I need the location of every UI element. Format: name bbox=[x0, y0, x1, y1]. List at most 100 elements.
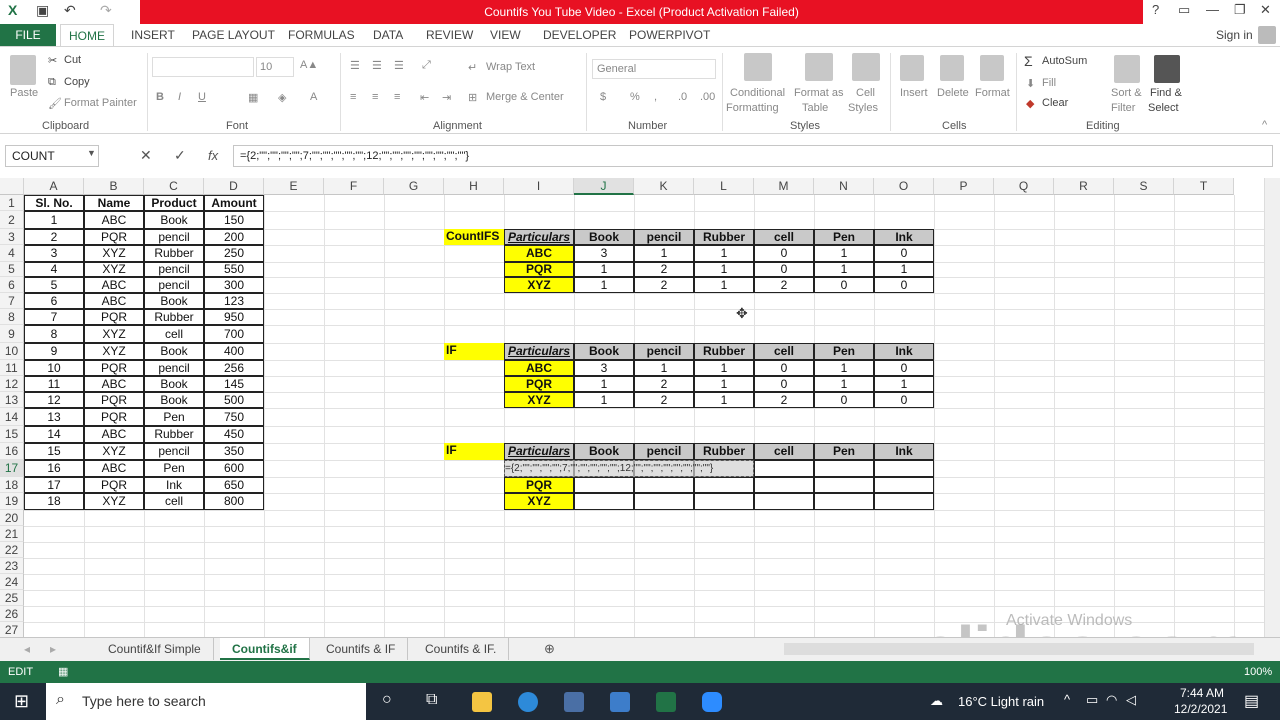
name-box[interactable]: COUNT bbox=[5, 145, 99, 167]
pivot-value-cell[interactable]: 2 bbox=[634, 262, 694, 277]
pivot-empty-cell[interactable] bbox=[814, 460, 874, 477]
column-header[interactable]: G bbox=[384, 178, 444, 195]
table-cell[interactable]: 800 bbox=[204, 493, 264, 510]
table-cell[interactable]: Book bbox=[144, 392, 204, 408]
pivot-column-header[interactable]: Rubber bbox=[694, 229, 754, 245]
row-header[interactable]: 23 bbox=[0, 558, 24, 574]
sort-filter-icon[interactable] bbox=[1114, 55, 1140, 83]
column-header[interactable]: F bbox=[324, 178, 384, 195]
table-cell[interactable]: 5 bbox=[24, 277, 84, 293]
pivot-empty-cell[interactable] bbox=[754, 460, 814, 477]
pivot-value-cell[interactable]: 1 bbox=[634, 245, 694, 262]
insert-function-button[interactable]: fx bbox=[208, 148, 218, 163]
pivot-column-header[interactable]: cell bbox=[754, 343, 814, 360]
tab-page-layout[interactable]: PAGE LAYOUT bbox=[192, 24, 275, 46]
increase-decimal-icon[interactable]: .0 bbox=[678, 91, 687, 103]
table-cell[interactable]: 1 bbox=[24, 211, 84, 229]
row-header[interactable]: 7 bbox=[0, 293, 24, 309]
pivot-column-header[interactable]: Ink bbox=[874, 229, 934, 245]
table-cell[interactable]: 8 bbox=[24, 325, 84, 343]
pivot-column-header[interactable]: Book bbox=[574, 229, 634, 245]
tab-formulas[interactable]: FORMULAS bbox=[288, 24, 355, 46]
row-header[interactable]: 13 bbox=[0, 392, 24, 408]
align-bottom-icon[interactable]: ☰ bbox=[394, 59, 404, 72]
conditional-formatting-icon[interactable] bbox=[744, 53, 772, 81]
row-header[interactable]: 21 bbox=[0, 526, 24, 542]
pivot-value-cell[interactable]: 0 bbox=[754, 245, 814, 262]
tab-home[interactable]: HOME bbox=[60, 24, 114, 46]
pivot-empty-cell[interactable] bbox=[754, 477, 814, 493]
autosum-icon[interactable]: Σ bbox=[1024, 53, 1033, 69]
row-header[interactable]: 8 bbox=[0, 309, 24, 325]
row-header[interactable]: 12 bbox=[0, 376, 24, 392]
name-box-dropdown-icon[interactable]: ▼ bbox=[87, 148, 96, 158]
row-header[interactable]: 18 bbox=[0, 477, 24, 493]
table-cell[interactable]: 400 bbox=[204, 343, 264, 360]
align-middle-icon[interactable]: ☰ bbox=[372, 59, 382, 72]
sheet-tab-active[interactable]: Countifs&if bbox=[220, 638, 310, 660]
add-sheet-icon[interactable]: ⊕ bbox=[544, 641, 555, 657]
redo-icon[interactable]: ↷ bbox=[100, 2, 112, 19]
insert-cells-icon[interactable] bbox=[900, 55, 924, 81]
clock-date[interactable]: 12/2/2021 bbox=[1174, 702, 1227, 716]
table-cell[interactable]: 17 bbox=[24, 477, 84, 493]
column-header[interactable]: Q bbox=[994, 178, 1054, 195]
pivot-particulars-header[interactable]: Particulars bbox=[504, 343, 574, 360]
table-cell[interactable]: 600 bbox=[204, 460, 264, 477]
table-cell[interactable]: 550 bbox=[204, 262, 264, 277]
table-cell[interactable]: 123 bbox=[204, 293, 264, 309]
row-header[interactable]: 25 bbox=[0, 590, 24, 606]
table-cell[interactable]: 14 bbox=[24, 426, 84, 443]
collapse-ribbon-icon[interactable]: ^ bbox=[1262, 119, 1267, 131]
pivot-empty-cell[interactable] bbox=[754, 493, 814, 510]
pivot-particulars-header[interactable]: Particulars bbox=[504, 229, 574, 245]
tray-chevron-icon[interactable]: ^ bbox=[1064, 692, 1070, 707]
pivot-value-cell[interactable]: 2 bbox=[754, 392, 814, 408]
cell-styles-button[interactable]: Cell bbox=[856, 87, 875, 99]
sort-filter-button[interactable]: Sort & bbox=[1111, 87, 1142, 99]
row-header[interactable]: 10 bbox=[0, 343, 24, 360]
clear-icon[interactable]: ◆ bbox=[1026, 97, 1034, 110]
column-header[interactable]: H bbox=[444, 178, 504, 195]
sheet-tab[interactable]: Countifs & IF. bbox=[413, 638, 510, 660]
italic-button[interactable]: I bbox=[178, 91, 181, 103]
pivot-value-cell[interactable]: 0 bbox=[874, 277, 934, 293]
zoom-level[interactable]: 100% bbox=[1244, 661, 1272, 683]
tab-powerpivot[interactable]: POWERPIVOT bbox=[629, 24, 710, 46]
row-header[interactable]: 27 bbox=[0, 622, 24, 637]
table-cell[interactable]: PQR bbox=[84, 229, 144, 245]
prev-sheet-icon[interactable]: ◂ bbox=[24, 642, 30, 656]
autosum-button[interactable]: AutoSum bbox=[1042, 55, 1087, 67]
pivot-column-header[interactable]: Rubber bbox=[694, 343, 754, 360]
store-icon[interactable] bbox=[610, 692, 630, 712]
pivot-value-cell[interactable]: 1 bbox=[574, 376, 634, 392]
cell-styles-icon[interactable] bbox=[852, 53, 880, 81]
merge-icon[interactable]: ⊞ bbox=[468, 91, 477, 104]
edge-icon[interactable] bbox=[518, 692, 538, 712]
select-all-corner[interactable] bbox=[0, 178, 24, 195]
row-header[interactable]: 3 bbox=[0, 229, 24, 245]
table-cell[interactable]: 16 bbox=[24, 460, 84, 477]
table-cell[interactable]: 13 bbox=[24, 408, 84, 426]
formula-input[interactable]: ={2;"";"";"";"";7;"";"";"";"";"";12;"";"… bbox=[233, 145, 1273, 167]
table-cell[interactable]: Rubber bbox=[144, 309, 204, 325]
table-cell[interactable]: XYZ bbox=[84, 262, 144, 277]
copy-button[interactable]: Copy bbox=[64, 76, 90, 88]
pivot-row-label[interactable]: XYZ bbox=[504, 493, 574, 510]
pivot-column-header[interactable]: pencil bbox=[634, 229, 694, 245]
comma-button[interactable]: , bbox=[654, 91, 657, 103]
pivot-value-cell[interactable]: 0 bbox=[814, 392, 874, 408]
pivot-value-cell[interactable]: 1 bbox=[814, 376, 874, 392]
pivot-value-cell[interactable]: 1 bbox=[694, 277, 754, 293]
pivot-empty-cell[interactable] bbox=[814, 493, 874, 510]
pivot-value-cell[interactable]: 1 bbox=[634, 360, 694, 376]
pivot-value-cell[interactable]: 1 bbox=[694, 245, 754, 262]
clear-button[interactable]: Clear bbox=[1042, 97, 1068, 109]
row-header[interactable]: 6 bbox=[0, 277, 24, 293]
pivot-value-cell[interactable]: 1 bbox=[694, 376, 754, 392]
pivot-value-cell[interactable]: 1 bbox=[694, 392, 754, 408]
pivot-empty-cell[interactable] bbox=[574, 493, 634, 510]
row-header[interactable]: 9 bbox=[0, 325, 24, 343]
table-cell[interactable]: 18 bbox=[24, 493, 84, 510]
row-header[interactable]: 26 bbox=[0, 606, 24, 622]
